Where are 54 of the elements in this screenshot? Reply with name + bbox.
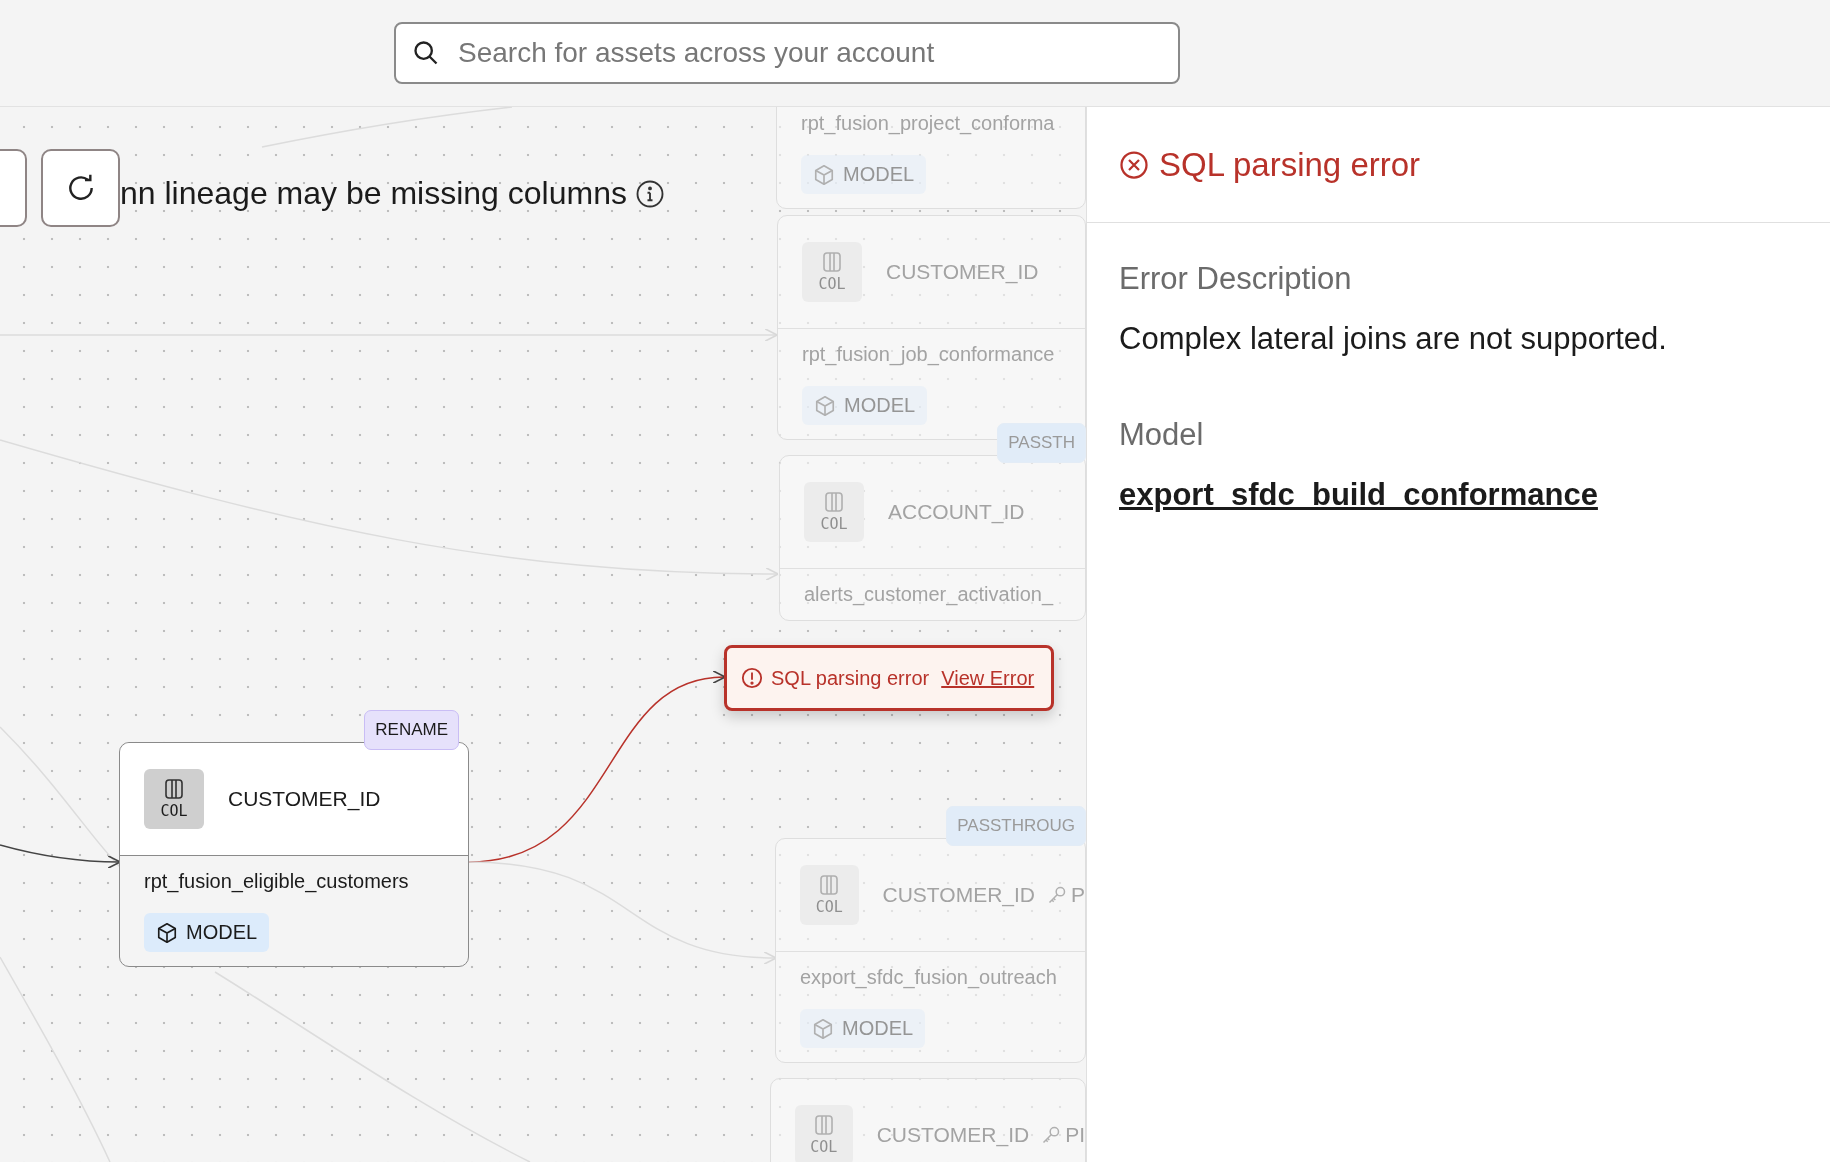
cube-icon <box>812 1017 834 1040</box>
columns-icon <box>822 251 842 273</box>
view-error-link[interactable]: View Error <box>941 666 1035 690</box>
section-heading: Error Description <box>1119 261 1353 297</box>
column-type-icon: COL <box>804 482 864 542</box>
alert-icon <box>741 667 763 689</box>
info-icon[interactable] <box>634 178 665 209</box>
model-name: rpt_fusion_eligible_customers <box>144 870 410 893</box>
column-type-icon: COL <box>144 769 204 829</box>
search-field[interactable]: Search for assets across your account <box>394 22 1180 84</box>
transform-tag: PASSTHROUG <box>946 806 1086 846</box>
lineage-node[interactable]: rpt_fusion_project_conforma MODEL <box>776 107 1086 209</box>
lineage-node[interactable]: COL CUSTOMER_ID PI <box>770 1078 1086 1162</box>
column-type-icon: COL <box>795 1105 853 1162</box>
columns-icon <box>813 1114 834 1136</box>
model-chip: MODEL <box>800 1009 926 1048</box>
lineage-node[interactable]: COL CUSTOMER_ID P export_sfdc_fusion_outreach MODEL <box>775 838 1086 1063</box>
error-message: SQL parsing error <box>771 666 930 690</box>
column-name: CUSTOMER_ID <box>228 787 381 811</box>
model-name: alerts_customer_activation_ <box>804 583 1055 606</box>
column-name: CUSTOMER_ID <box>886 260 1039 284</box>
model-chip: MODEL <box>144 913 270 952</box>
error-icon <box>1119 149 1149 180</box>
panel-title: SQL parsing error <box>1159 145 1421 184</box>
model-link[interactable]: export_sfdc_build_conformance <box>1119 477 1598 513</box>
error-description: Complex lateral joins are not supported. <box>1119 321 1668 357</box>
refresh-button[interactable] <box>41 149 120 227</box>
key-icon <box>1047 885 1067 905</box>
key-icon <box>1041 1125 1062 1145</box>
column-name: CUSTOMER_ID <box>876 1123 1030 1147</box>
column-name: ACCOUNT_ID <box>888 500 1025 524</box>
model-name: rpt_fusion_job_conformance <box>802 343 1056 366</box>
search-icon <box>412 39 440 67</box>
columns-icon <box>819 874 840 896</box>
model-name: export_sfdc_fusion_outreach <box>800 966 1058 989</box>
section-heading: Model <box>1119 417 1205 453</box>
lineage-node[interactable]: COL ACCOUNT_ID alerts_customer_activation_ <box>779 455 1086 621</box>
key-label: PI <box>1065 1123 1085 1147</box>
transform-tag: PASSTH <box>997 423 1086 463</box>
model-name: rpt_fusion_project_conforma <box>801 112 1056 135</box>
lineage-warning: nn lineage may be missing columns <box>120 175 627 212</box>
columns-icon <box>164 778 184 800</box>
cube-icon <box>813 163 835 186</box>
lineage-node[interactable]: COL CUSTOMER_ID rpt_fusion_eligible_customers MODEL <box>119 742 469 967</box>
key-label: P <box>1071 883 1085 907</box>
model-chip: MODEL <box>801 155 927 194</box>
transform-tag: RENAME <box>364 710 459 750</box>
cube-icon <box>156 921 178 944</box>
cube-icon <box>814 394 836 417</box>
column-name: CUSTOMER_ID <box>882 883 1035 907</box>
column-type-icon: COL <box>802 242 862 302</box>
column-type-icon: COL <box>800 865 859 925</box>
model-chip: MODEL <box>802 386 928 425</box>
columns-icon <box>824 491 844 513</box>
